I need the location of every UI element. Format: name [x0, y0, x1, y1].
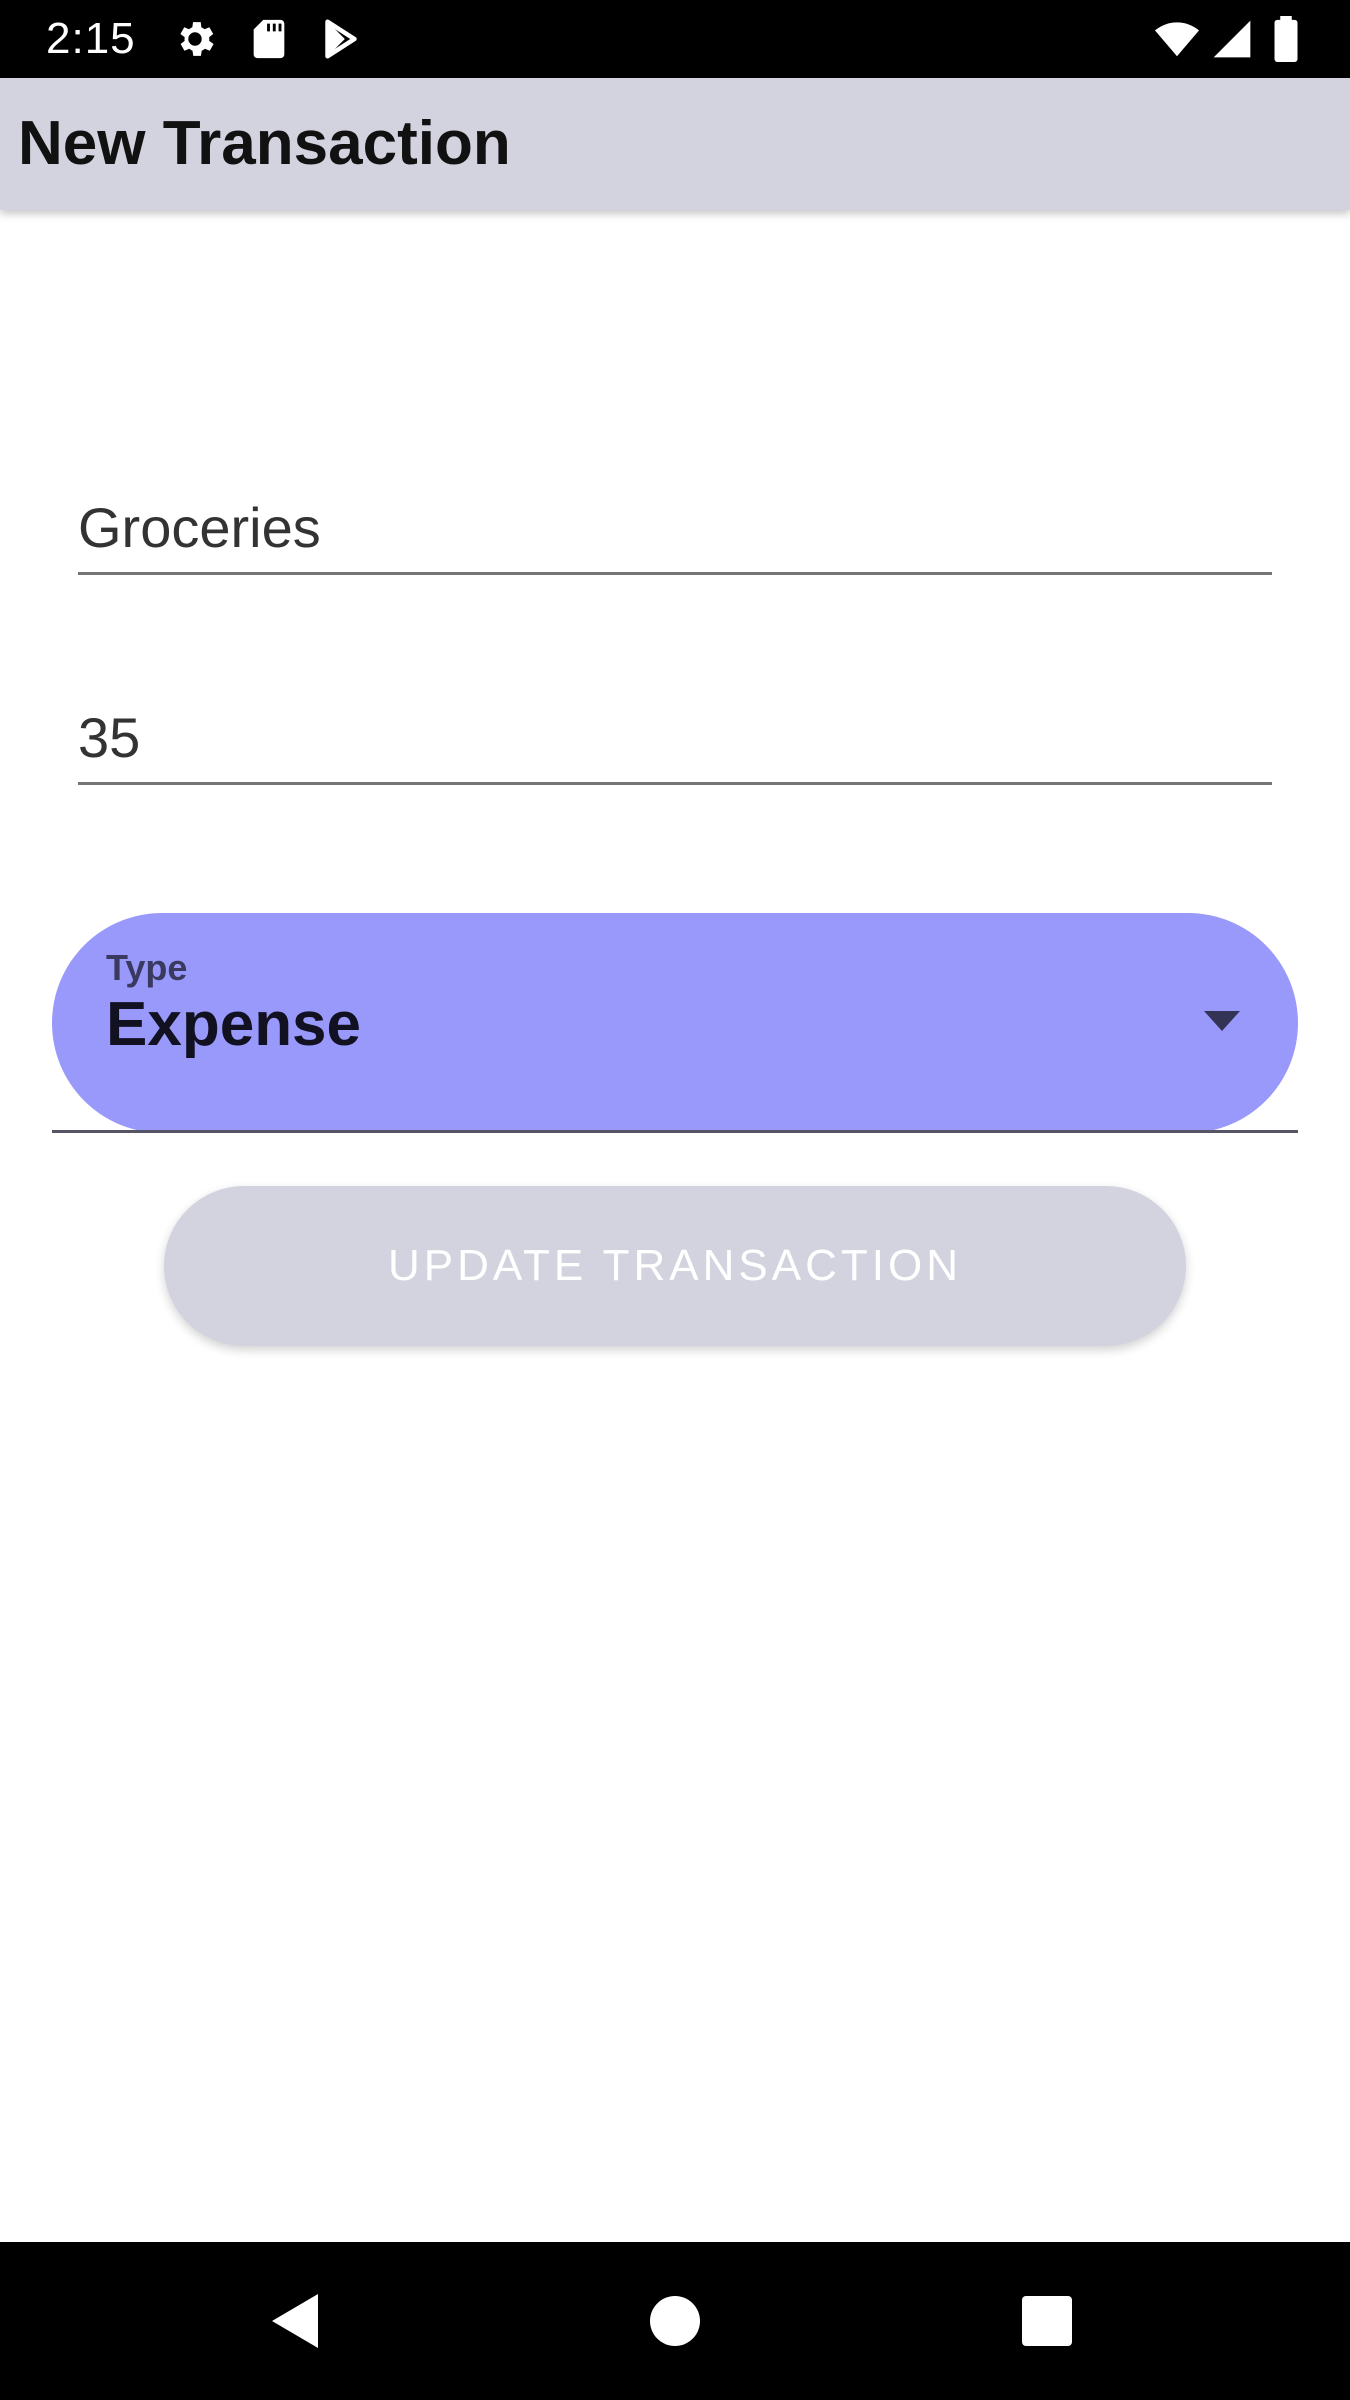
amount-field[interactable] [78, 692, 1272, 785]
update-transaction-button[interactable]: UPDATE TRANSACTION [164, 1186, 1186, 1346]
navigation-bar [0, 2242, 1350, 2400]
gear-icon [172, 16, 218, 62]
status-bar: 2:15 [0, 0, 1350, 78]
type-dropdown[interactable]: Type Expense [52, 913, 1298, 1133]
dropdown-arrow-icon[interactable] [1204, 1009, 1240, 1033]
page-title: New Transaction [18, 109, 511, 178]
wifi-icon [1150, 16, 1204, 62]
type-dropdown-value: Expense [106, 990, 362, 1059]
status-time: 2:15 [46, 14, 136, 63]
description-input[interactable] [78, 495, 1272, 560]
home-icon[interactable] [640, 2286, 710, 2356]
signal-icon [1210, 16, 1254, 62]
type-dropdown-label: Type [106, 947, 188, 988]
update-transaction-button-label: UPDATE TRANSACTION [388, 1241, 962, 1290]
amount-input[interactable] [78, 705, 1272, 770]
play-store-icon [318, 16, 364, 62]
dropdown-underline [52, 1130, 1298, 1133]
description-field[interactable] [78, 482, 1272, 575]
battery-icon [1268, 16, 1304, 62]
screen: 2:15 New Transaction Type Expense [0, 0, 1350, 2400]
app-bar: New Transaction [0, 78, 1350, 210]
back-icon[interactable] [262, 2286, 332, 2356]
sd-card-icon [246, 16, 292, 62]
recents-icon[interactable] [1012, 2286, 1082, 2356]
